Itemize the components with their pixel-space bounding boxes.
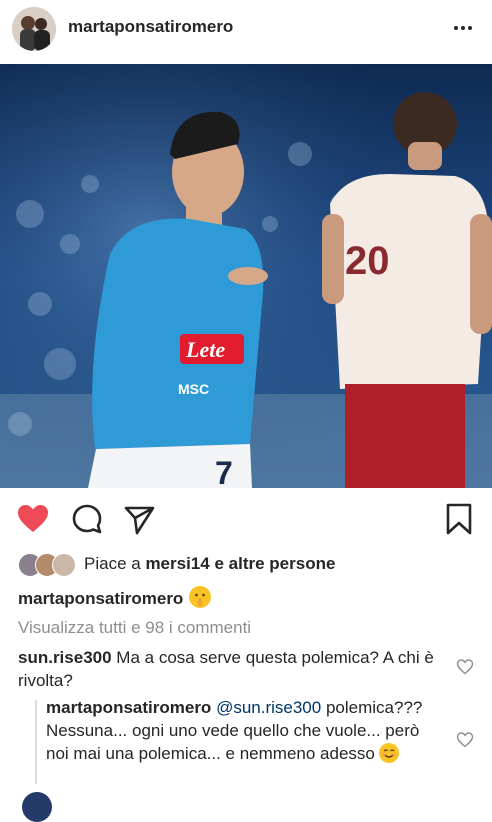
bookmark-icon[interactable]	[442, 502, 476, 536]
heart-icon-filled[interactable]	[16, 502, 50, 536]
reply-username[interactable]: martaponsatiromero	[46, 698, 211, 717]
view-all-comments-link[interactable]: Visualizza tutti e 98 i commenti	[18, 618, 251, 638]
likes-summary[interactable]: Piace a mersi14 e altre persone	[18, 552, 336, 577]
svg-text:20: 20	[345, 239, 390, 283]
comment-reply: martaponsatiromero @sun.rise300 polemica…	[46, 696, 436, 765]
share-icon[interactable]	[122, 502, 156, 536]
comment: sun.rise300 Ma a cosa serve questa polem…	[18, 646, 438, 692]
next-comment-avatar	[22, 792, 52, 822]
more-icon[interactable]	[448, 14, 478, 42]
comment-like-heart-icon[interactable]	[456, 731, 474, 749]
reply-mention[interactable]: @sun.rise300	[216, 698, 321, 717]
liker-avatars	[18, 552, 80, 577]
comment-username[interactable]: sun.rise300	[18, 648, 112, 667]
reply-thread-line	[35, 700, 37, 784]
post-photo[interactable]: 20 7 Lete MSC	[0, 64, 492, 488]
liker-username[interactable]: mersi14	[145, 554, 209, 573]
smiling-face-emoji	[378, 743, 399, 763]
post-username[interactable]: martaponsatiromero	[68, 17, 233, 37]
comment-like-heart-icon[interactable]	[456, 658, 474, 676]
post-caption: martaponsatiromero	[18, 586, 212, 609]
caption-username[interactable]: martaponsatiromero	[18, 589, 183, 608]
likes-text: Piace a mersi14 e altre persone	[84, 554, 336, 573]
action-bar	[0, 500, 492, 540]
shushing-face-emoji	[189, 586, 212, 608]
svg-text:MSC: MSC	[178, 381, 209, 397]
post-header: martaponsatiromero	[0, 0, 492, 58]
profile-avatar[interactable]	[12, 7, 56, 51]
comment-icon[interactable]	[70, 502, 104, 536]
svg-text:Lete: Lete	[185, 337, 225, 362]
svg-text:7: 7	[215, 455, 233, 488]
